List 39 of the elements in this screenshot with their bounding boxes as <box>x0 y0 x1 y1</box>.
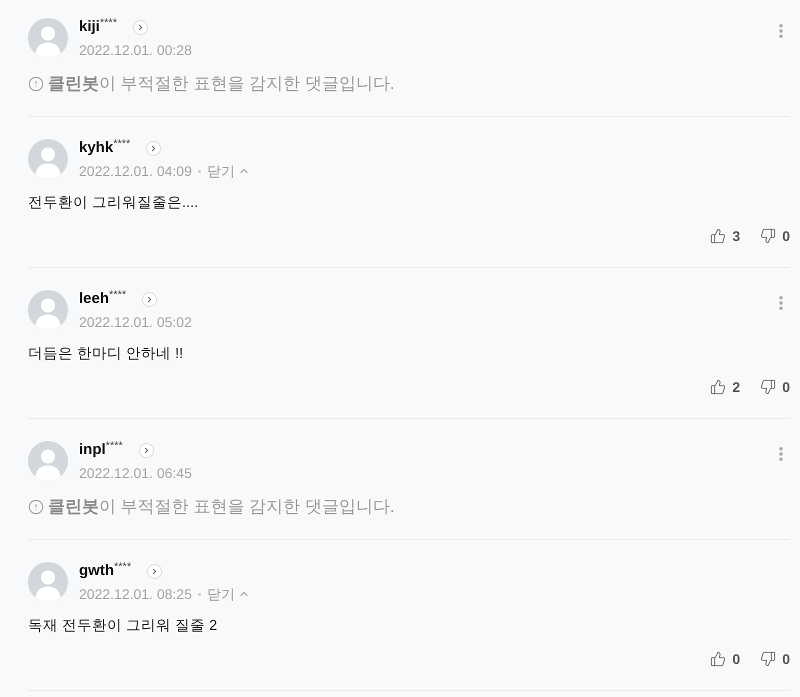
thumbs-up-icon <box>710 228 726 244</box>
avatar-icon <box>28 139 68 179</box>
author-name: gwth$^{****}$ <box>79 562 132 580</box>
dislike-button[interactable]: 0 <box>760 648 790 670</box>
like-button[interactable]: 2 <box>710 376 740 398</box>
alert-icon <box>28 76 44 92</box>
author-name: kyhk$^{****}$ <box>79 139 130 157</box>
alert-icon <box>28 499 44 515</box>
profile-chevron-icon[interactable] <box>146 140 162 156</box>
blocked-comment-notice: 클린봇이 부적절한 표현을 감지한 댓글입니다. <box>48 496 395 518</box>
comment-text: 독재 전두환이 그리워 질줄 2 <box>28 618 218 634</box>
thumbs-down-icon <box>760 651 776 667</box>
dislike-button[interactable]: 0 <box>760 376 790 398</box>
comment-date: 2022.12.01. 06:45 <box>79 464 192 483</box>
avatar-icon <box>28 290 68 330</box>
comment-date: 2022.12.01. 05:02 <box>79 313 192 332</box>
avatar-icon <box>28 441 68 481</box>
thumbs-up-icon <box>710 651 726 667</box>
profile-chevron-icon[interactable] <box>138 442 154 458</box>
author-name: kiji$^{****}$ <box>79 18 117 36</box>
profile-chevron-icon[interactable] <box>142 292 158 306</box>
author-name: leeh$^{****}$ <box>79 290 126 308</box>
thumbs-down-icon <box>760 379 776 395</box>
profile-chevron-icon[interactable] <box>132 20 148 34</box>
like-button[interactable]: 0 <box>710 648 740 670</box>
blocked-comment-notice: 클린봇이 부적절한 표현을 감지한 댓글입니다. <box>48 73 395 95</box>
comment-date: 2022.12.01. 04:09 <box>79 162 192 181</box>
comment-date: 2022.12.01. 08:25 <box>79 585 192 604</box>
dislike-button[interactable]: 0 <box>760 225 790 247</box>
author-name: inpl$^{****}$ <box>79 441 123 459</box>
comment-text: 더듬은 한마디 안하네 !! <box>28 346 184 362</box>
comment-text: 전두환이 그리워질줄은.... <box>28 195 198 211</box>
comment-date: 2022.12.01. 00:28 <box>79 41 192 60</box>
thumbs-up-icon <box>710 379 726 395</box>
avatar-icon <box>28 562 68 602</box>
like-button[interactable]: 3 <box>710 225 740 247</box>
thumbs-down-icon <box>760 228 776 244</box>
avatar-icon <box>28 18 68 58</box>
profile-chevron-icon[interactable] <box>147 564 162 578</box>
